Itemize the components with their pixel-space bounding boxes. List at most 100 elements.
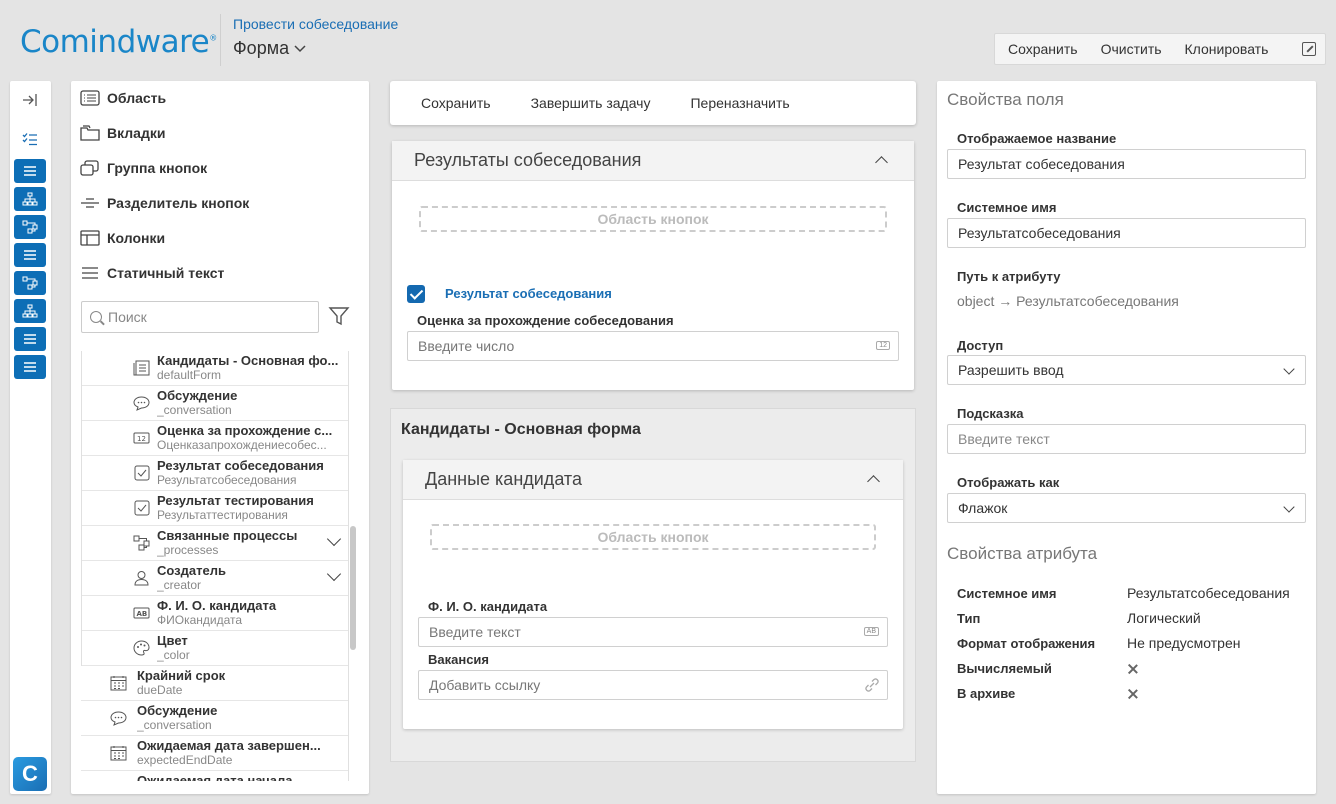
form-toolbar: Сохранить Завершить задачу Переназначить bbox=[390, 81, 916, 125]
palette-item-button-group[interactable]: Группа кнопок bbox=[80, 160, 207, 176]
tree-row[interactable]: Связанные процессы _processes bbox=[81, 526, 349, 561]
score-label: Оценка за прохождение собеседования bbox=[417, 313, 674, 328]
properties-panel: Свойства поля Отображаемое название Резу… bbox=[937, 81, 1316, 794]
search-icon bbox=[90, 311, 102, 323]
system-name-input[interactable]: Результатсобеседования bbox=[947, 218, 1306, 248]
result-checkbox[interactable] bbox=[407, 285, 425, 303]
user-icon bbox=[134, 571, 149, 586]
edit-icon[interactable] bbox=[1302, 42, 1316, 56]
svg-text:AB: AB bbox=[137, 610, 148, 618]
display-name-input[interactable]: Результат собеседования bbox=[947, 149, 1306, 179]
tree-row[interactable]: Результат собеседования Результатсобесед… bbox=[81, 456, 349, 491]
rail-list-icon-2[interactable] bbox=[14, 243, 46, 267]
tree-row[interactable]: Крайний срок dueDate bbox=[81, 666, 349, 701]
candidate-data-panel[interactable]: Данные кандидата Область кнопок Ф. И. О.… bbox=[403, 460, 903, 729]
rail-list-icon-4[interactable] bbox=[14, 355, 46, 379]
left-rail: C bbox=[10, 81, 51, 794]
chevron-up-icon[interactable] bbox=[875, 156, 888, 169]
button-area[interactable]: Область кнопок bbox=[419, 206, 887, 232]
app-logo: Comindware® bbox=[20, 24, 217, 60]
tabs-icon bbox=[80, 125, 100, 141]
tree-row[interactable]: Ожидаемая дата завершен... expectedEndDa… bbox=[81, 736, 349, 771]
vacancy-input[interactable]: Добавить ссылку bbox=[418, 670, 888, 700]
process-icon bbox=[133, 535, 150, 551]
candidates-form-group[interactable]: Кандидаты - Основная форма Данные кандид… bbox=[390, 408, 916, 762]
checklist-icon[interactable] bbox=[14, 127, 46, 151]
candidates-group-title: Кандидаты - Основная форма bbox=[401, 421, 641, 438]
palette-search-input[interactable]: Поиск bbox=[81, 301, 319, 333]
static-text-icon bbox=[82, 267, 98, 279]
hint-label: Подсказка bbox=[957, 406, 1024, 421]
tree-row[interactable]: Цвет _color bbox=[81, 631, 349, 666]
number-icon: 12 bbox=[876, 341, 890, 350]
palette-item-static-text[interactable]: Статичный текст bbox=[80, 265, 224, 281]
attr-system-name-key: Системное имя bbox=[957, 586, 1057, 601]
tree-row[interactable]: Обсуждение _conversation bbox=[81, 701, 349, 736]
candidate-panel-header[interactable]: Данные кандидата bbox=[403, 460, 903, 500]
form-title: Форма bbox=[233, 38, 290, 58]
collapse-icon[interactable] bbox=[14, 88, 46, 112]
attr-format-value: Не предусмотрен bbox=[1127, 635, 1241, 651]
palette-item-area[interactable]: Область bbox=[80, 90, 166, 106]
form-title-dropdown[interactable]: Форма bbox=[233, 38, 307, 59]
hint-input[interactable]: Введите текст bbox=[947, 424, 1306, 454]
attribute-tree: Кандидаты - Основная фо... defaultForm О… bbox=[81, 351, 349, 781]
button-area[interactable]: Область кнопок bbox=[430, 524, 876, 550]
filter-icon[interactable] bbox=[328, 305, 350, 327]
palette-item-tabs[interactable]: Вкладки bbox=[80, 125, 165, 141]
rail-list-icon[interactable] bbox=[14, 159, 46, 183]
rail-process-icon[interactable] bbox=[14, 215, 46, 239]
palette-scrollbar[interactable] bbox=[350, 526, 356, 650]
attr-type-value: Логический bbox=[1127, 610, 1201, 626]
number-icon: 12 bbox=[133, 432, 150, 444]
button-group-icon bbox=[80, 160, 99, 176]
chevron-down-icon bbox=[1283, 501, 1295, 513]
fio-input[interactable]: Введите текст AB bbox=[418, 617, 888, 647]
rail-hierarchy-icon-2[interactable] bbox=[14, 299, 46, 323]
display-as-select[interactable]: Флажок bbox=[947, 493, 1306, 523]
field-properties-heading: Свойства поля bbox=[947, 90, 1064, 109]
rail-hierarchy-icon[interactable] bbox=[14, 187, 46, 211]
attribute-properties-heading: Свойства атрибута bbox=[947, 544, 1098, 563]
tree-row[interactable]: 12 Оценка за прохождение с... Оценказапр… bbox=[81, 421, 349, 456]
header-clear-button[interactable]: Очистить bbox=[1101, 41, 1162, 57]
area-icon bbox=[80, 90, 100, 106]
tree-row[interactable]: Ожидаемая дата начала bbox=[81, 771, 349, 781]
attr-archived-key: В архиве bbox=[957, 686, 1016, 701]
checkbox-icon bbox=[134, 500, 150, 516]
app-c-logo-icon[interactable]: C bbox=[13, 757, 47, 791]
toolbar-save-button[interactable]: Сохранить bbox=[421, 95, 491, 111]
chevron-down-icon[interactable] bbox=[326, 531, 342, 547]
toolbar-reassign-button[interactable]: Переназначить bbox=[690, 95, 789, 111]
calendar-icon bbox=[110, 676, 127, 691]
tree-row[interactable]: Кандидаты - Основная фо... defaultForm bbox=[81, 351, 349, 386]
header-divider bbox=[220, 14, 221, 66]
header-clone-button[interactable]: Клонировать bbox=[1185, 41, 1269, 57]
tree-row[interactable]: Обсуждение _conversation bbox=[81, 386, 349, 421]
separator-icon bbox=[81, 198, 99, 208]
header-actions: Сохранить Очистить Клонировать bbox=[994, 33, 1326, 65]
rail-process-icon-2[interactable] bbox=[14, 271, 46, 295]
score-input[interactable]: Введите число 12 bbox=[407, 331, 899, 361]
system-name-label: Системное имя bbox=[957, 200, 1057, 215]
tree-row[interactable]: Результат тестирования Результаттестиров… bbox=[81, 491, 349, 526]
calendar-icon bbox=[110, 780, 127, 781]
chevron-down-icon[interactable] bbox=[326, 566, 342, 582]
rail-list-icon-3[interactable] bbox=[14, 327, 46, 351]
access-select[interactable]: Разрешить ввод bbox=[947, 355, 1306, 385]
chat-icon bbox=[110, 711, 127, 726]
tree-row[interactable]: AB Ф. И. О. кандидата ФИОкандидата bbox=[81, 596, 349, 631]
palette-item-button-separator[interactable]: Разделитель кнопок bbox=[80, 195, 249, 211]
results-panel-header[interactable]: Результаты собеседования bbox=[392, 141, 914, 181]
result-checkbox-label: Результат собеседования bbox=[445, 286, 612, 301]
results-panel[interactable]: Результаты собеседования Область кнопок … bbox=[392, 141, 914, 390]
chevron-up-icon[interactable] bbox=[867, 475, 880, 488]
toolbar-complete-task-button[interactable]: Завершить задачу bbox=[531, 95, 651, 111]
breadcrumb-link[interactable]: Провести собеседование bbox=[233, 16, 398, 32]
palette-item-columns[interactable]: Колонки bbox=[80, 230, 165, 246]
header-save-button[interactable]: Сохранить bbox=[1008, 41, 1078, 57]
tree-row[interactable]: Создатель _creator bbox=[81, 561, 349, 596]
chevron-down-icon bbox=[1283, 363, 1295, 375]
cross-icon bbox=[1127, 663, 1139, 675]
checkbox-icon bbox=[134, 465, 150, 481]
